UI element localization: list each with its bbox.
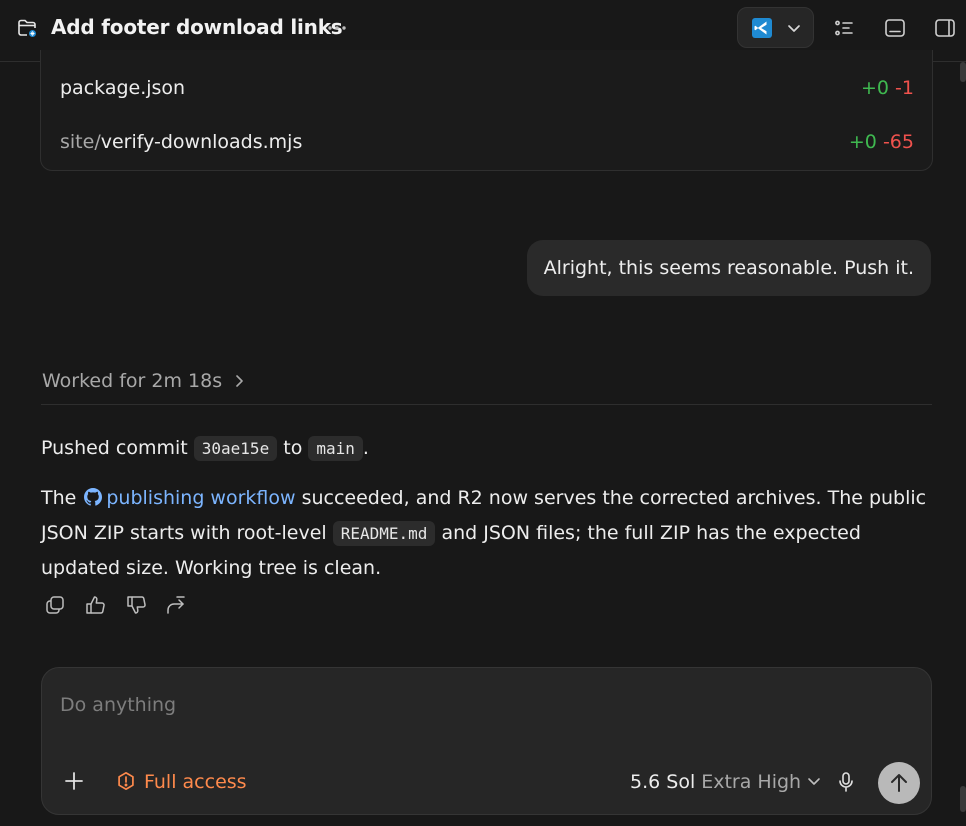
commit-hash: 30ae15e xyxy=(193,436,278,461)
chevron-down-icon xyxy=(786,20,802,36)
deletions-count: -1 xyxy=(895,77,914,99)
file-name: package.json xyxy=(60,77,186,99)
branch-name: main xyxy=(308,436,363,461)
composer[interactable]: Do anything Full access 5.6 Sol Extra Hig… xyxy=(41,667,932,815)
terminal-panel-icon[interactable] xyxy=(884,17,906,39)
share-icon[interactable] xyxy=(165,594,187,616)
page-title: Add footer download links xyxy=(51,15,343,39)
plus-icon[interactable] xyxy=(64,771,84,791)
model-selector[interactable]: 5.6 Sol Extra High xyxy=(630,771,821,793)
send-button[interactable] xyxy=(878,762,920,804)
arrow-up-icon xyxy=(891,774,907,792)
response-paragraph: Pushed commit 30ae15e to main. xyxy=(41,433,369,464)
readme-filename: README.md xyxy=(332,520,436,546)
effort-level: Extra High xyxy=(701,771,802,793)
chevron-right-icon xyxy=(232,371,246,387)
file-row[interactable]: site/verify-downloads.mjs +0 -65 xyxy=(60,131,914,161)
response-text: Pushed commit xyxy=(41,437,188,459)
response-paragraph: The publishing workflow succeeded, and R2… xyxy=(41,481,931,586)
chevron-down-icon xyxy=(807,771,821,785)
file-stats: +0 -65 xyxy=(849,131,914,153)
github-icon xyxy=(84,483,103,506)
composer-input[interactable]: Do anything xyxy=(60,694,176,716)
file-name: verify-downloads.mjs xyxy=(100,131,303,153)
response-text: to xyxy=(283,437,303,459)
worked-label: Worked for 2m 18s xyxy=(42,370,223,392)
additions-count: +0 xyxy=(860,77,889,99)
model-name: 5.6 Sol xyxy=(630,771,696,793)
file-dir: site/ xyxy=(60,131,101,153)
response-text: . xyxy=(362,437,369,459)
file-stats: +0 -1 xyxy=(861,77,914,99)
sidebar-panel-icon[interactable] xyxy=(934,17,956,39)
checklist-icon[interactable] xyxy=(833,17,855,39)
access-label: Full access xyxy=(144,771,247,793)
additions-count: +0 xyxy=(848,131,877,153)
warning-icon xyxy=(116,771,136,791)
microphone-icon[interactable] xyxy=(837,771,855,793)
chat-folder-icon xyxy=(16,17,38,39)
thumbs-up-icon[interactable] xyxy=(84,594,106,616)
thumbs-down-icon[interactable] xyxy=(125,594,147,616)
vscode-icon xyxy=(752,18,772,38)
changed-files-card: package.json +0 -1 site/verify-downloads… xyxy=(40,50,933,171)
scrollbar-thumb[interactable] xyxy=(960,786,966,812)
file-row[interactable]: package.json +0 -1 xyxy=(60,77,914,107)
open-in-editor-button[interactable] xyxy=(737,7,814,48)
scrollbar-thumb[interactable] xyxy=(960,62,966,82)
worked-toggle[interactable]: Worked for 2m 18s xyxy=(42,370,246,392)
ellipsis-icon[interactable] xyxy=(326,17,348,39)
user-message: Alright, this seems reasonable. Push it. xyxy=(526,240,931,296)
access-selector[interactable]: Full access xyxy=(116,771,247,793)
workflow-link[interactable]: publishing workflow xyxy=(106,487,295,509)
divider xyxy=(41,404,932,405)
response-text: The xyxy=(41,487,77,509)
copy-icon[interactable] xyxy=(44,594,66,616)
deletions-count: -65 xyxy=(882,131,914,153)
